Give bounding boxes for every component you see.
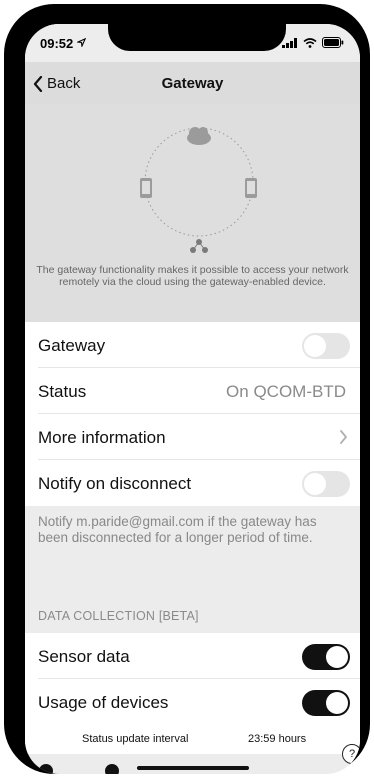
more-information-label: More information	[38, 428, 166, 447]
status-time: 09:52	[40, 36, 74, 51]
page-title: Gateway	[161, 75, 224, 92]
sensor-data-row[interactable]: Sensor data	[25, 633, 360, 679]
status-label: Status	[38, 382, 87, 401]
gateway-diagram	[140, 127, 257, 253]
status-row: Status On QCOM-BTD	[25, 368, 360, 414]
cloud-icon	[187, 127, 211, 145]
notify-label: Notify on disconnect	[38, 474, 192, 493]
phone-frame: 09:52 Back Gateway The gateway functiona…	[4, 4, 370, 774]
notify-note: Notify m.paride@gmail.com if the gateway…	[38, 514, 317, 545]
toggle-knob	[304, 335, 326, 357]
usage-of-devices-row[interactable]: Usage of devices	[25, 679, 360, 725]
more-information-row[interactable]: More information	[25, 414, 360, 460]
usage-of-devices-label: Usage of devices	[38, 693, 169, 712]
status-value: On QCOM-BTD	[226, 382, 346, 401]
toggle-knob	[304, 473, 326, 495]
status-update-interval-value: 23:59 hours	[248, 733, 307, 745]
usage-of-devices-toggle[interactable]	[302, 690, 350, 716]
hub-icon	[190, 239, 208, 253]
sensor-data-label: Sensor data	[38, 647, 130, 666]
status-update-interval-row[interactable]: Status update interval 23:59 hours	[25, 724, 360, 754]
home-indicator	[137, 766, 249, 770]
gateway-row[interactable]: Gateway	[25, 322, 360, 368]
status-icons	[282, 37, 344, 48]
nav-bar: Back Gateway	[25, 62, 360, 104]
sensor-data-toggle[interactable]	[302, 644, 350, 670]
battery-icon	[322, 37, 344, 48]
corner-dot	[39, 764, 53, 774]
signal-icon	[282, 37, 297, 48]
notify-row[interactable]: Notify on disconnect	[25, 460, 360, 506]
phone-icon	[140, 178, 152, 198]
gateway-label: Gateway	[38, 336, 106, 355]
toggle-knob	[326, 646, 348, 668]
help-icon[interactable]: ?	[342, 744, 360, 764]
notify-toggle[interactable]	[302, 471, 350, 497]
gateway-illustration: The gateway functionality makes it possi…	[25, 104, 360, 322]
screen: 09:52 Back Gateway The gateway functiona…	[25, 24, 360, 774]
toggle-knob	[326, 692, 348, 714]
chevron-right-icon	[340, 430, 347, 444]
notch	[108, 24, 286, 51]
location-arrow-icon	[77, 38, 86, 47]
corner-dot	[105, 764, 119, 774]
gateway-description: The gateway functionality makes it possi…	[36, 264, 349, 288]
data-collection-header: DATA COLLECTION [BETA]	[38, 609, 199, 623]
phone-icon	[245, 178, 257, 198]
wifi-icon	[303, 37, 317, 48]
status-update-interval-label: Status update interval	[82, 733, 189, 745]
gateway-toggle[interactable]	[302, 333, 350, 359]
